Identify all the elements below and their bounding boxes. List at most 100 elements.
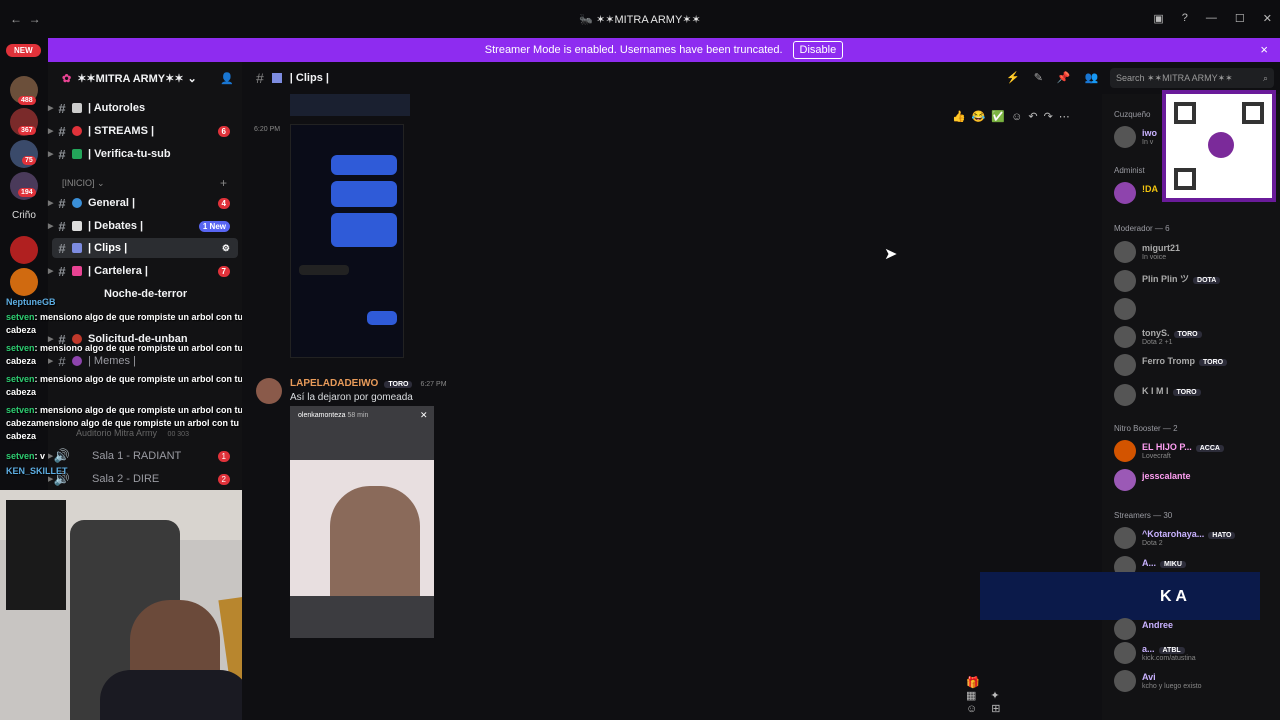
minimize-icon[interactable]: — [1206, 12, 1217, 25]
server-badge: 488 [18, 96, 36, 105]
member-item[interactable]: Plin Plin ツ DOTA [1114, 270, 1274, 292]
hash-icon: # [58, 123, 66, 139]
member-item[interactable]: K I M I TORO [1114, 384, 1274, 406]
server-icon[interactable] [10, 236, 38, 264]
inbox-icon[interactable]: ▣ [1153, 12, 1163, 25]
avatar[interactable] [256, 378, 282, 404]
channel-cartelera[interactable]: ▶ # | Cartelera | 7 [48, 261, 238, 281]
hash-icon: # [58, 146, 66, 162]
monitor [6, 500, 66, 610]
server-name: ✶✶MITRA ARMY✶✶ [77, 72, 184, 85]
add-user-icon[interactable]: 👤 [220, 72, 234, 85]
avatar [1114, 440, 1136, 462]
video-attachment[interactable]: olenkamonteza 58 min ✕ [290, 406, 434, 638]
avatar [1114, 354, 1136, 376]
message-actions[interactable]: 👍 😂 ✅ ☺ ↶ ↷ ⋯ [946, 110, 1070, 123]
image-attachment[interactable] [290, 94, 410, 116]
person-silhouette [330, 486, 420, 596]
message-area: 6:20 PM 👍 😂 ✅ ☺ ↶ ↷ ⋯ LAPELADADEIWO TORO 6:27 PM… [242, 94, 1102, 720]
search-icon: ⌕ [1262, 73, 1268, 83]
chat-overlay-user: KEN_SKILLET [6, 466, 68, 476]
member-item[interactable]: Andree [1114, 618, 1274, 640]
avatar [1114, 241, 1136, 263]
hash-icon: # [58, 240, 66, 256]
new-badge[interactable]: NEW [6, 44, 41, 57]
message-input[interactable]: 🎁▦✦☺⊞ [390, 672, 1022, 715]
channel-verifica[interactable]: ▶ # | Verifica-tu-sub [48, 144, 238, 164]
hash-icon: # [58, 218, 66, 234]
message-author[interactable]: LAPELADADEIWO TORO 6:27 PM [290, 378, 447, 389]
banner-close-icon[interactable]: × [1260, 42, 1268, 57]
message-text: Así la dejaron por gomeada [290, 392, 413, 403]
avatar [1114, 298, 1136, 320]
channel-clips[interactable]: # | Clips | ⚙ [52, 238, 238, 258]
hash-icon: # [58, 263, 66, 279]
avatar [1114, 182, 1136, 204]
channel-debates[interactable]: ▶ # | Debates | 1 New [48, 216, 238, 236]
globe-icon [72, 198, 82, 208]
nav-arrows[interactable]: ← → [10, 12, 41, 26]
channel-icon [72, 149, 82, 159]
channel-autoroles[interactable]: ▶ # | Autoroles [48, 98, 238, 118]
server-badge: 194 [18, 188, 36, 197]
server-label[interactable]: Criño [12, 210, 36, 221]
person-shirt [100, 670, 250, 720]
channel-icon [72, 126, 82, 136]
avatar [1114, 326, 1136, 348]
role-tag: TORO [384, 381, 413, 388]
member-item[interactable]: iwo In v [1114, 126, 1274, 148]
channel-badge: 4 [217, 197, 230, 209]
channel-label: | Autoroles [88, 102, 146, 114]
channel-streams[interactable]: ▶ # | STREAMS | 6 [48, 121, 238, 141]
screenshot-attachment[interactable] [290, 124, 404, 358]
member-item[interactable] [1114, 298, 1274, 320]
server-badge-icon: ✿ [62, 72, 72, 85]
member-item[interactable]: Avi kcho y luego existo [1114, 670, 1274, 692]
chat-bubble [331, 181, 397, 207]
window-controls[interactable]: ▣ ? — ☐ ✕ [1153, 12, 1272, 25]
close-icon[interactable]: ✕ [1263, 12, 1272, 25]
category-inicio[interactable]: [INICIO] ⌄ [62, 178, 105, 189]
chat-overlay-line: setven: v [6, 451, 46, 461]
chat-bubble [331, 155, 397, 175]
help-icon[interactable]: ? [1182, 12, 1188, 25]
member-item[interactable]: EL HIJO P... ACCA Lovecraft [1114, 440, 1274, 462]
server-badge: 367 [18, 126, 36, 135]
input-actions[interactable]: 🎁▦✦☺⊞ [966, 676, 1022, 715]
channel-general[interactable]: ▶ # General | 4 [48, 193, 238, 213]
channel-label: | Verifica-tu-sub [88, 148, 171, 160]
header-actions[interactable]: ⚡✎📌👥 [1006, 71, 1112, 84]
member-item[interactable]: jesscalante [1114, 469, 1274, 491]
member-item[interactable]: migurt21 In voice [1114, 241, 1274, 263]
chat-overlay-line: setven: mensiono algo de que rompiste un… [6, 405, 244, 441]
avatar [1114, 384, 1136, 406]
hash-icon: # [58, 100, 66, 116]
add-channel-icon[interactable]: + [220, 176, 227, 190]
channel-icon [72, 221, 82, 231]
channel-badge: 6 [217, 125, 230, 137]
disable-button[interactable]: Disable [792, 41, 844, 59]
settings-icon[interactable]: ⚙ [222, 243, 230, 254]
story-user: olenkamonteza 58 min [298, 412, 369, 419]
chat-overlay-user: NeptuneGB [6, 297, 56, 307]
server-icon[interactable] [10, 268, 38, 296]
channel-title: | Clips | [289, 72, 329, 84]
server-header[interactable]: ✿ ✶✶MITRA ARMY✶✶ ⌄ 👤 [48, 62, 242, 94]
search-input[interactable]: Search ✶✶MITRA ARMY✶✶ ⌕ [1110, 68, 1274, 88]
maximize-icon[interactable]: ☐ [1235, 12, 1245, 25]
channel-badge: 7 [217, 265, 230, 277]
channel-icon [72, 103, 82, 113]
channel-label: | Clips | [88, 242, 128, 254]
member-item[interactable]: a... ATBL kick.com/atustina [1114, 642, 1274, 664]
member-item[interactable]: Ferro Tromp TORO [1114, 354, 1274, 376]
avatar [1114, 469, 1136, 491]
hash-icon: # [58, 195, 66, 211]
member-item[interactable]: tonyS. TORO Dota 2 +1 [1114, 326, 1274, 348]
member-item[interactable]: !DA [1114, 182, 1274, 204]
chat-bubble [299, 265, 349, 275]
chat-overlay-line: setven: mensiono algo de que rompiste un… [6, 312, 244, 335]
member-item[interactable]: ^Kotarohaya... HATO Dota 2 [1114, 527, 1274, 549]
chat-bubble [331, 213, 397, 247]
channel-label: | Debates | [88, 220, 144, 232]
close-icon[interactable]: ✕ [420, 410, 428, 421]
